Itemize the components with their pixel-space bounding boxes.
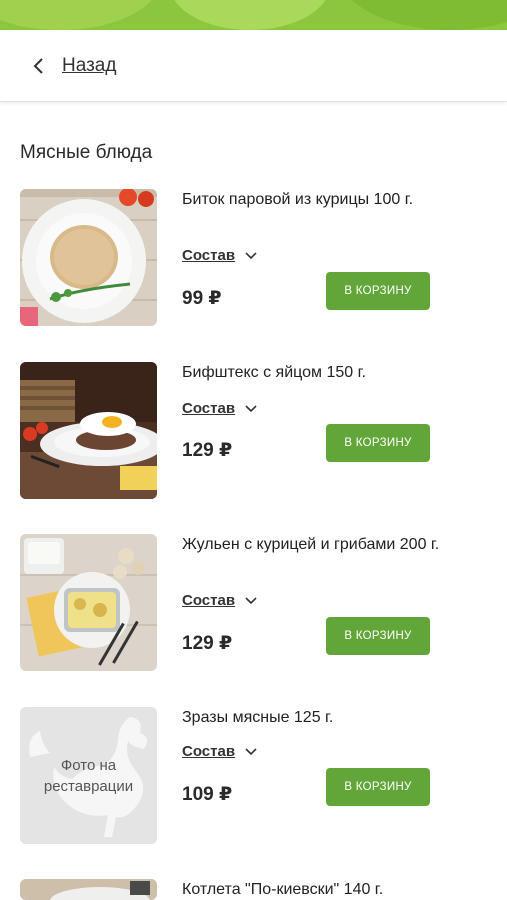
composition-label: Состав (182, 592, 236, 609)
header-bar: Назад (0, 30, 507, 102)
add-to-cart-button[interactable]: В КОРЗИНУ (326, 424, 430, 462)
price: 99 ₽ (182, 288, 222, 309)
dish-title[interactable]: Бифштекс с яйцом 150 г. (182, 362, 442, 383)
add-to-cart-button[interactable]: В КОРЗИНУ (326, 272, 430, 310)
add-to-cart-button[interactable]: В КОРЗИНУ (326, 768, 430, 806)
dish-image-placeholder[interactable]: Фото на реставрации (20, 707, 157, 844)
menu-item: Биток паровой из курицы 100 г. Состав 99… (20, 189, 490, 326)
top-banner (0, 0, 507, 30)
composition-toggle[interactable]: Состав (182, 400, 257, 417)
placeholder-caption: Фото на реставрации (43, 757, 134, 795)
chevron-down-icon (245, 747, 257, 756)
composition-toggle[interactable]: Состав (182, 247, 257, 264)
back-link[interactable]: Назад (62, 55, 116, 77)
price: 109 ₽ (182, 784, 233, 805)
composition-toggle[interactable]: Состав (182, 743, 257, 760)
dish-image[interactable] (20, 879, 157, 900)
composition-toggle[interactable]: Состав (182, 592, 257, 609)
banner-decoration (0, 0, 160, 30)
menu-item: Котлета "По-киевски" 140 г. (20, 879, 490, 900)
dish-image[interactable] (20, 189, 157, 326)
chevron-down-icon (245, 251, 257, 260)
dish-title[interactable]: Биток паровой из курицы 100 г. (182, 189, 442, 210)
add-to-cart-button[interactable]: В КОРЗИНУ (326, 617, 430, 655)
section-title: Мясные блюда (20, 142, 153, 163)
dish-title[interactable]: Зразы мясные 125 г. (182, 707, 442, 728)
banner-decoration (340, 0, 507, 30)
banner-decoration (170, 0, 330, 30)
dish-title[interactable]: Котлета "По-киевски" 140 г. (182, 879, 442, 900)
chevron-down-icon (245, 596, 257, 605)
dish-image[interactable] (20, 534, 157, 671)
menu-item: Жульен с курицей и грибами 200 г. Состав… (20, 534, 490, 671)
composition-label: Состав (182, 743, 236, 760)
menu-item: Бифштекс с яйцом 150 г. Состав 129 ₽ В К… (20, 362, 490, 499)
chevron-left-icon[interactable] (32, 56, 44, 76)
chevron-down-icon (245, 404, 257, 413)
dish-title[interactable]: Жульен с курицей и грибами 200 г. (182, 534, 442, 555)
price: 129 ₽ (182, 440, 233, 461)
composition-label: Состав (182, 400, 236, 417)
dish-image[interactable] (20, 362, 157, 499)
menu-item: Фото на реставрации Зразы мясные 125 г. … (20, 707, 490, 844)
price: 129 ₽ (182, 633, 233, 654)
composition-label: Состав (182, 247, 236, 264)
